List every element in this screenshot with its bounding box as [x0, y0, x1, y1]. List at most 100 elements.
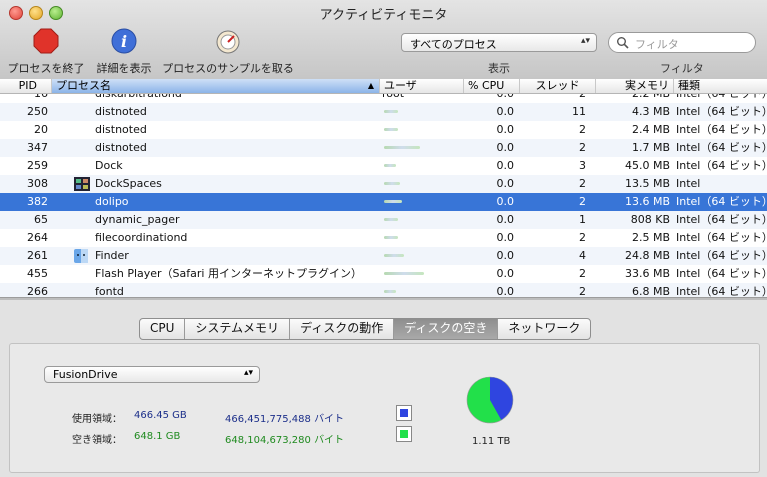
memory-cell: 45.0 MB	[624, 159, 670, 172]
inspect-button[interactable]: i 詳細を表示	[92, 28, 156, 76]
svg-text:i: i	[121, 32, 127, 51]
threads-cell: 2	[579, 123, 586, 136]
toolbar: アクティビティモニタ プロセスを終了 i 詳細を表示 プロセスのサンプルを取る …	[0, 0, 767, 80]
process-table-header: PID プロセス名 ▲ ユーザ % CPU スレッド 実メモリ 種類	[0, 79, 767, 94]
table-row[interactable]: 382 dolipo 0.0 2 13.6 MB Intel（64 ビット）	[0, 193, 767, 211]
pid-cell: 264	[27, 231, 48, 244]
updown-arrow-icon: ▴▾	[580, 36, 590, 46]
column-process-name-label: プロセス名	[56, 79, 111, 92]
sample-process-label: プロセスのサンプルを取る	[162, 62, 294, 75]
column-cpu[interactable]: % CPU	[464, 79, 520, 93]
pid-cell: 308	[27, 177, 48, 190]
monitor-tabs: CPU システムメモリ ディスクの動作 ディスクの空き ネットワーク	[139, 318, 592, 340]
kind-cell: Intel（64 ビット）	[676, 159, 767, 172]
column-threads[interactable]: スレッド	[520, 79, 596, 93]
disk-usage-panel	[9, 343, 760, 473]
pid-cell: 266	[27, 285, 48, 297]
process-name-cell: Flash Player（Safari 用インターネットプラグイン）	[95, 267, 362, 280]
table-row[interactable]: 16 diskarbitrationdroot0.0 2 2.2 MB Intel（64…	[0, 94, 767, 103]
process-name-cell: dolipo	[95, 195, 129, 208]
free-space-label: 空き領域：	[72, 435, 122, 446]
free-color-swatch[interactable]	[396, 426, 412, 442]
quit-process-label: プロセスを終了	[7, 62, 85, 75]
show-processes-select[interactable]: すべてのプロセス ▴▾	[401, 33, 597, 52]
table-row[interactable]: 455 Flash Player（Safari 用インターネットプラグイン） 0.0…	[0, 265, 767, 283]
tab-3[interactable]: ディスクの空き	[394, 319, 499, 339]
table-row[interactable]: 266 fontd 0.0 2 6.8 MB Intel（64 ビット）	[0, 283, 767, 297]
table-row[interactable]: 347 distnoted 0.0 2 1.7 MB Intel（64 ビット）	[0, 139, 767, 157]
memory-cell: 2.5 MB	[631, 231, 670, 244]
column-real-memory[interactable]: 実メモリ	[596, 79, 674, 93]
process-name-cell: Dock	[95, 159, 123, 172]
column-user[interactable]: ユーザ	[380, 79, 464, 93]
filter-placeholder: フィルタ	[635, 38, 679, 51]
tab-2[interactable]: ディスクの動作	[290, 319, 395, 339]
tab-4[interactable]: ネットワーク	[498, 319, 590, 339]
table-row[interactable]: 20 distnoted 0.0 2 2.4 MB Intel（64 ビット）	[0, 121, 767, 139]
memory-cell: 6.8 MB	[631, 285, 670, 297]
pid-cell: 259	[27, 159, 48, 172]
finder-icon	[74, 247, 90, 265]
kind-cell: Intel（64 ビット）	[676, 195, 767, 208]
sort-ascending-icon: ▲	[367, 81, 374, 90]
used-color-swatch[interactable]	[396, 405, 412, 421]
memory-cell: 4.3 MB	[631, 105, 670, 118]
process-table[interactable]: 16diskarbitrationdroot0.022.2 MBIntel（64…	[0, 94, 767, 297]
used-space-label: 使用領域：	[72, 414, 122, 425]
column-process-name[interactable]: プロセス名 ▲	[52, 79, 380, 93]
threads-cell: 2	[520, 94, 586, 103]
process-name-cell: DockSpaces	[95, 177, 162, 190]
threads-cell: 2	[579, 231, 586, 244]
table-row[interactable]: 264 filecoordinationd 0.0 2 2.5 MB Intel（64 ビ…	[0, 229, 767, 247]
inspect-label: 詳細を表示	[96, 62, 152, 75]
cpu-cell: 0.0	[496, 249, 515, 262]
process-name-cell: diskarbitrationd	[95, 94, 379, 103]
process-name-cell: distnoted	[95, 141, 147, 154]
threads-cell: 1	[579, 213, 586, 226]
memory-cell: 2.4 MB	[631, 123, 670, 136]
memory-cell: 33.6 MB	[624, 267, 670, 280]
used-space-bytes: 466,451,775,488 バイト	[225, 414, 345, 425]
column-pid[interactable]: PID	[0, 79, 52, 93]
user-cell-redacted	[384, 128, 398, 131]
kind-cell: Intel	[676, 177, 701, 190]
column-kind[interactable]: 種類	[674, 79, 767, 93]
kind-cell: Intel（64 ビット）	[676, 213, 767, 226]
stop-icon	[33, 28, 59, 54]
window-title: アクティビティモニタ	[319, 8, 448, 23]
info-icon: i	[111, 28, 137, 54]
cpu-cell: 0.0	[496, 231, 515, 244]
disk-total: 1.11 TB	[472, 436, 511, 447]
threads-cell: 3	[579, 159, 586, 172]
sample-process-button[interactable]: プロセスのサンプルを取る	[158, 28, 298, 76]
tab-1[interactable]: システムメモリ	[185, 319, 291, 339]
drive-select[interactable]: FusionDrive ▴▾	[44, 366, 260, 383]
threads-cell: 2	[579, 267, 586, 280]
kind-cell: Intel（64 ビット）	[676, 94, 767, 103]
table-row[interactable]: 259 Dock 0.0 3 45.0 MB Intel（64 ビット）	[0, 157, 767, 175]
table-row[interactable]: 261 Finder 0.0 4 24.8 MB Intel（64 ビット）	[0, 247, 767, 265]
table-row[interactable]: 308 DockSpaces 0.0 2 13.5 MB Intel	[0, 175, 767, 193]
filter-search-field[interactable]: フィルタ	[608, 32, 756, 53]
kind-cell: Intel（64 ビット）	[676, 285, 767, 297]
cpu-cell: 0.0	[496, 141, 515, 154]
pid-cell: 261	[27, 249, 48, 262]
cpu-cell: 0.0	[496, 105, 515, 118]
threads-cell: 4	[579, 249, 586, 262]
threads-cell: 2	[579, 177, 586, 190]
table-row[interactable]: 65 dynamic_pager 0.0 1 808 KB Intel（64 ビット）	[0, 211, 767, 229]
user-cell-redacted	[384, 200, 402, 203]
free-space-gb: 648.1 GB	[134, 431, 181, 442]
memory-cell: 24.8 MB	[624, 249, 670, 262]
cpu-cell: 0.0	[496, 213, 515, 226]
filter-label: フィルタ	[660, 62, 704, 75]
show-label: 表示	[488, 62, 510, 75]
table-row[interactable]: 250 distnoted 0.0 11 4.3 MB Intel（64 ビット）	[0, 103, 767, 121]
kind-cell: Intel（64 ビット）	[676, 123, 767, 136]
memory-cell: 13.5 MB	[624, 177, 670, 190]
user-cell-redacted	[384, 254, 404, 257]
quit-process-button[interactable]: プロセスを終了	[6, 28, 86, 76]
tab-0[interactable]: CPU	[140, 319, 186, 339]
kind-cell: Intel（64 ビット）	[676, 141, 767, 154]
search-icon	[616, 36, 630, 50]
